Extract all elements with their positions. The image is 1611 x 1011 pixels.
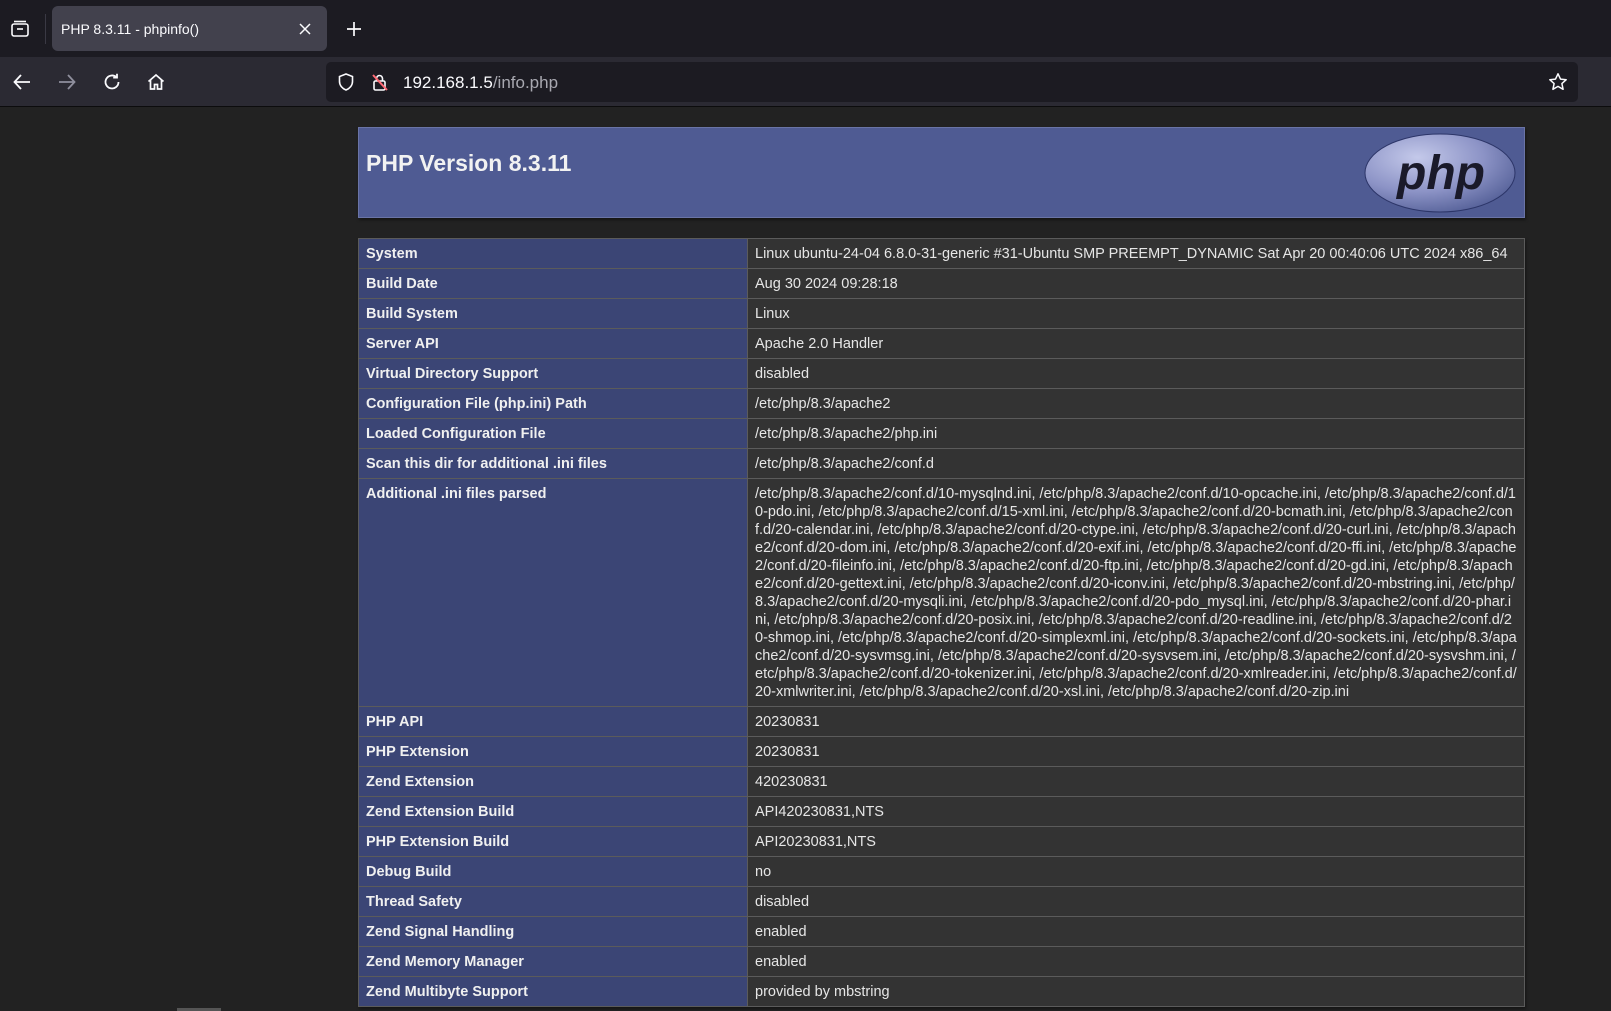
row-key: Build System [358,298,748,329]
row-value: Linux ubuntu-24-04 6.8.0-31-generic #31-… [747,238,1525,269]
row-value: no [747,856,1525,887]
row-value: enabled [747,916,1525,947]
table-row: Zend Memory Manager enabled [358,946,1525,977]
table-row: Zend Multibyte Support provided by mbstri… [358,976,1525,1007]
tab-separator [45,14,46,44]
table-row: Build Date Aug 30 2024 09:28:18 [358,268,1525,299]
table-row: Thread Safety disabled [358,886,1525,917]
row-value: /etc/php/8.3/apache2/conf.d/10-mysqlnd.i… [747,478,1525,707]
tab-bar: PHP 8.3.11 - phpinfo() [0,0,1611,57]
navigation-bar: 192.168.1.5/info.php [0,57,1611,107]
close-tab-button[interactable] [293,17,317,41]
row-key: PHP Extension [358,736,748,767]
table-row: Configuration File (php.ini) Path/etc/ph… [358,388,1525,419]
row-key: Virtual Directory Support [358,358,748,389]
info-table: System Linux ubuntu-24-04 6.8.0-31-generi… [358,238,1525,1007]
table-row: Zend Extension Build API420230831,NTS [358,796,1525,827]
table-row: PHP Extension Build API20230831,NTS [358,826,1525,857]
php-logo[interactable]: php [1364,132,1516,214]
row-value: Aug 30 2024 09:28:18 [747,268,1525,299]
row-key: Thread Safety [358,886,748,917]
home-icon [147,73,165,90]
row-key: System [358,238,748,269]
table-row: PHP API 20230831 [358,706,1525,737]
table-row: Zend Extension 420230831 [358,766,1525,797]
table-row: Additional .ini files parsed/etc/php/8.3… [358,478,1525,707]
row-value: 420230831 [747,766,1525,797]
arrow-right-icon [59,74,76,90]
home-button[interactable] [139,65,173,99]
url-path: /info.php [492,73,559,92]
row-key: Zend Memory Manager [358,946,748,977]
row-key: Zend Multibyte Support [358,976,748,1007]
tab-list-button[interactable] [0,9,40,49]
shield-icon [338,73,354,91]
connection-info-button[interactable] [368,70,392,94]
row-value: API420230831,NTS [747,796,1525,827]
row-value: disabled [747,886,1525,917]
row-key: Zend Extension [358,766,748,797]
row-value: /etc/php/8.3/apache2 [747,388,1525,419]
info-table-body: System Linux ubuntu-24-04 6.8.0-31-generi… [358,238,1525,1007]
row-key: PHP API [358,706,748,737]
table-row: Scan this dir for additional .ini files /… [358,448,1525,479]
phpinfo-container: PHP Version 8.3.11 php System Linux ubunt… [358,127,1525,1007]
row-key: Zend Signal Handling [358,916,748,947]
row-value: 20230831 [747,736,1525,767]
tab-list-icon [11,20,29,37]
bookmark-button[interactable] [1546,70,1570,94]
reload-icon [104,73,120,90]
row-key: Debug Build [358,856,748,887]
row-key: Loaded Configuration File [358,418,748,449]
row-value: Linux [747,298,1525,329]
row-key: PHP Extension Build [358,826,748,857]
tracking-protection-button[interactable] [334,70,358,94]
row-key: Build Date [358,268,748,299]
reload-button[interactable] [95,65,129,99]
row-value: Apache 2.0 Handler [747,328,1525,359]
star-icon [1549,73,1567,91]
table-row: Loaded Configuration File/etc/php/8.3/ap… [358,418,1525,449]
page-title: PHP Version 8.3.11 [366,150,572,176]
table-row: Build System Linux [358,298,1525,329]
page-content: PHP Version 8.3.11 php System Linux ubunt… [0,107,1611,1011]
table-row: Debug Build no [358,856,1525,887]
row-value: disabled [747,358,1525,389]
php-logo-text: php [1395,147,1485,200]
row-value: 20230831 [747,706,1525,737]
tab-phpinfo[interactable]: PHP 8.3.11 - phpinfo() [52,6,327,51]
forward-button[interactable] [50,65,84,99]
table-row: System Linux ubuntu-24-04 6.8.0-31-generi… [358,238,1525,269]
arrow-left-icon [13,74,30,90]
table-row: PHP Extension 20230831 [358,736,1525,767]
new-tab-button[interactable] [338,13,370,45]
row-value: /etc/php/8.3/apache2/php.ini [747,418,1525,449]
row-key: Configuration File (php.ini) Path [358,388,748,419]
row-key: Server API [358,328,748,359]
row-value: enabled [747,946,1525,977]
row-value: /etc/php/8.3/apache2/conf.d [747,448,1525,479]
row-value: API20230831,NTS [747,826,1525,857]
row-key: Zend Extension Build [358,796,748,827]
row-key: Additional .ini files parsed [358,478,748,707]
row-key: Scan this dir for additional .ini files [358,448,748,479]
url-text[interactable]: 192.168.1.5/info.php [403,73,558,93]
table-row: Zend Signal Handling enabled [358,916,1525,947]
close-icon [299,22,311,35]
tab-title: PHP 8.3.11 - phpinfo() [61,20,200,37]
lock-warning-icon [372,74,388,91]
url-bar[interactable]: 192.168.1.5/info.php [326,62,1578,102]
php-version-header: PHP Version 8.3.11 php [358,127,1525,218]
table-row: Virtual Directory Support disabled [358,358,1525,389]
back-button[interactable] [5,65,39,99]
url-host: 192.168.1.5 [403,73,493,92]
table-row: Server API Apache 2.0 Handler [358,328,1525,359]
plus-icon [347,22,361,36]
row-value: provided by mbstring [747,976,1525,1007]
